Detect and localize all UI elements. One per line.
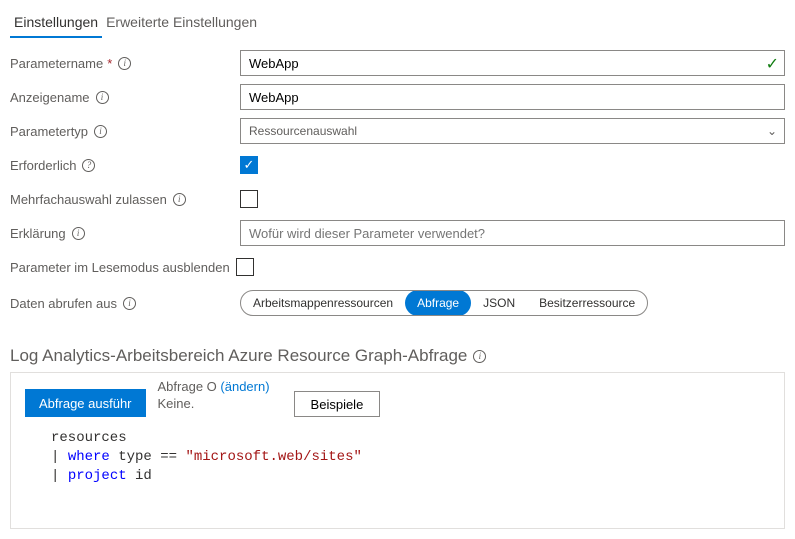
parameter-name-input[interactable]	[240, 50, 785, 76]
label-text: Erforderlich	[10, 158, 76, 173]
pill-owner-resource[interactable]: Besitzerressource	[527, 290, 647, 316]
code-token: type ==	[110, 449, 186, 465]
info-icon[interactable]: ?	[82, 159, 95, 172]
query-meta-line2: Keine.	[158, 396, 270, 411]
run-query-button[interactable]: Abfrage ausführ	[25, 389, 146, 417]
section-title-text: Log Analytics-Arbeitsbereich Azure Resou…	[10, 346, 467, 366]
chevron-down-icon: ⌄	[767, 124, 777, 138]
info-icon[interactable]: i	[173, 193, 186, 206]
label-data-from: Daten abrufen aus i	[10, 296, 240, 311]
parameter-type-value[interactable]	[240, 118, 785, 144]
checkmark-icon: ✓	[766, 54, 779, 74]
code-token: |	[51, 468, 68, 484]
query-editor[interactable]: resources | where type == "microsoft.web…	[11, 427, 784, 488]
code-keyword: where	[68, 449, 110, 465]
section-title: Log Analytics-Arbeitsbereich Azure Resou…	[0, 328, 795, 372]
info-icon[interactable]: i	[96, 91, 109, 104]
code-token: |	[51, 449, 68, 465]
code-token: resources	[51, 430, 127, 446]
info-icon[interactable]: i	[118, 57, 131, 70]
label-text: Parametername	[10, 56, 103, 71]
code-keyword: project	[68, 468, 127, 484]
change-link[interactable]: (ändern)	[220, 379, 269, 394]
label-parameter-name: Parametername * i	[10, 56, 240, 71]
query-meta-line1: Abfrage O	[158, 379, 217, 394]
label-required: Erforderlich ?	[10, 158, 240, 173]
pill-json[interactable]: JSON	[471, 290, 527, 316]
required-asterisk: *	[107, 56, 112, 71]
tab-settings[interactable]: Einstellungen	[10, 14, 102, 38]
pill-workbook-resources[interactable]: Arbeitsmappenressourcen	[241, 290, 405, 316]
required-checkbox[interactable]: ✓	[240, 156, 258, 174]
label-hide-readmode: Parameter im Lesemodus ausblenden	[10, 258, 255, 276]
label-text: Parameter im Lesemodus ausblenden	[10, 260, 230, 275]
parameter-type-select[interactable]: ⌄	[240, 118, 785, 144]
query-panel: Abfrage ausführ Abfrage O (ändern) Keine…	[10, 372, 785, 529]
label-text: Parametertyp	[10, 124, 88, 139]
info-icon[interactable]: i	[94, 125, 107, 138]
data-source-pillgroup: Arbeitsmappenressourcen Abfrage JSON Bes…	[240, 290, 648, 316]
code-token: id	[127, 468, 152, 484]
label-text: Mehrfachauswahl zulassen	[10, 192, 167, 207]
label-parameter-type: Parametertyp i	[10, 124, 240, 139]
label-text: Erklärung	[10, 226, 66, 241]
label-text: Anzeigename	[10, 90, 90, 105]
info-icon[interactable]: i	[72, 227, 85, 240]
query-meta: Abfrage O (ändern) Keine.	[158, 379, 270, 411]
display-name-input[interactable]	[240, 84, 785, 110]
label-display-name: Anzeigename i	[10, 90, 240, 105]
label-explanation: Erklärung i	[10, 226, 240, 241]
multiselect-checkbox[interactable]	[240, 190, 258, 208]
label-text: Daten abrufen aus	[10, 296, 117, 311]
examples-button[interactable]: Beispiele	[294, 391, 381, 417]
info-icon[interactable]: i	[123, 297, 136, 310]
code-string: "microsoft.web/sites"	[185, 449, 361, 465]
label-multiselect: Mehrfachauswahl zulassen i	[10, 192, 240, 207]
tab-advanced-settings[interactable]: Erweiterte Einstellungen	[102, 14, 261, 38]
hide-readmode-checkbox[interactable]	[236, 258, 254, 276]
explanation-input[interactable]	[240, 220, 785, 246]
info-icon[interactable]: i	[473, 350, 486, 363]
pill-query[interactable]: Abfrage	[405, 290, 471, 316]
